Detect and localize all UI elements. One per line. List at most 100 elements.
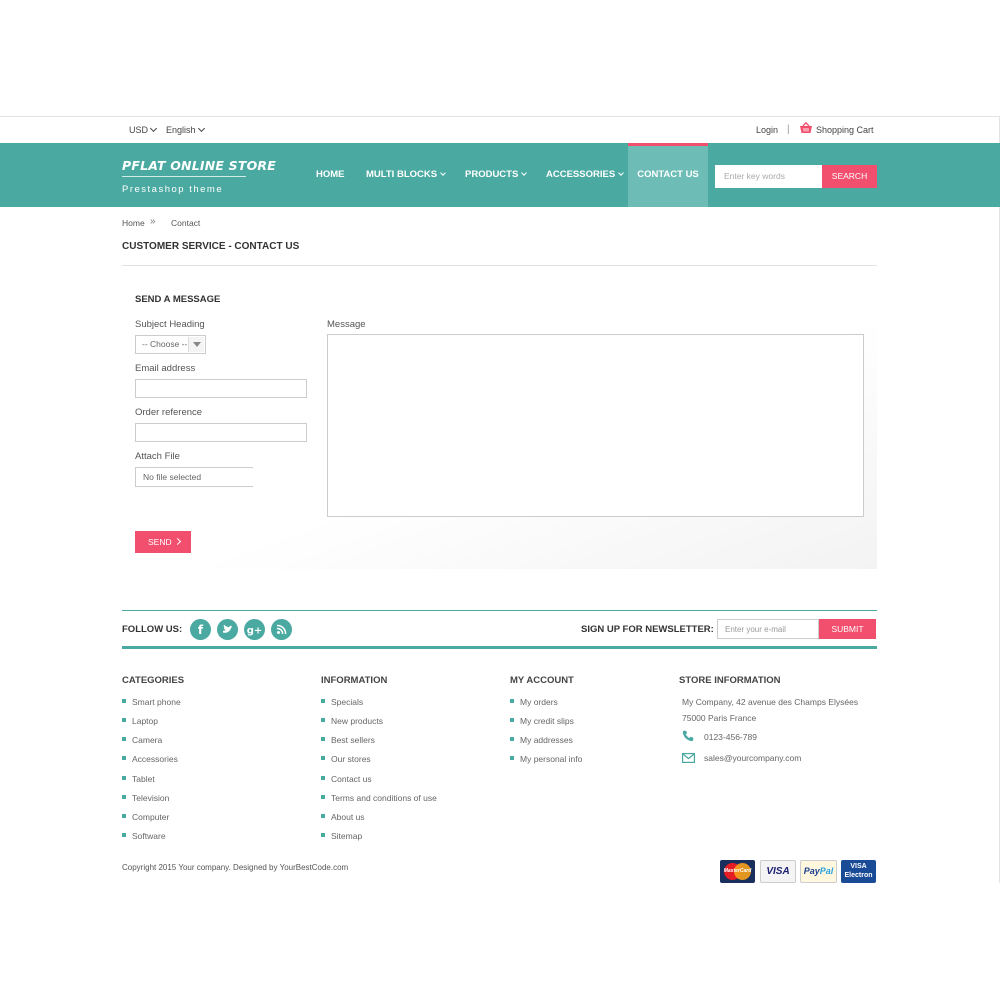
svg-text:f: f — [198, 623, 204, 637]
nav-products[interactable]: PRODUCTS — [465, 143, 528, 207]
logo-subtitle: Prestashop theme — [122, 184, 224, 195]
list-item[interactable]: My addresses — [510, 735, 582, 754]
list-item[interactable]: About us — [321, 812, 437, 831]
nav-contact-us-label: CONTACT US — [637, 169, 699, 180]
topbar-separator: | — [787, 124, 790, 135]
top-bar: USD English Login | Shopping Cart — [0, 117, 1000, 143]
nav-multi-blocks[interactable]: MULTI BLOCKS — [366, 143, 446, 207]
store-address-line2: 75000 Paris France — [682, 713, 757, 723]
send-button[interactable]: SEND — [135, 531, 191, 553]
paypal-icon: PayPal — [800, 860, 837, 883]
mastercard-icon: MasterCard — [720, 860, 755, 883]
chevron-down-icon — [618, 170, 624, 176]
google-plus-icon[interactable]: g+ — [244, 619, 265, 640]
follow-bar-top-rule — [122, 610, 877, 611]
store-information-title: STORE INFORMATION — [679, 675, 781, 686]
order-reference-label: Order reference — [135, 407, 203, 418]
list-item[interactable]: My personal info — [510, 754, 582, 773]
chevron-right-icon — [173, 537, 182, 546]
envelope-icon — [682, 753, 695, 763]
subject-select[interactable]: -- Choose -- — [135, 335, 206, 354]
newsletter-email-input[interactable]: Enter your e-mail — [717, 619, 819, 639]
list-item[interactable]: Television — [122, 793, 181, 812]
newsletter-submit-button[interactable]: SUBMIT — [819, 619, 876, 639]
rss-icon[interactable] — [271, 619, 292, 640]
chevron-down-icon — [149, 124, 158, 133]
breadcrumb-current: Contact — [171, 218, 201, 228]
subject-label: Subject Heading — [135, 319, 205, 330]
list-item[interactable]: Accessories — [122, 754, 181, 773]
nav-accessories-label: ACCESSORIES — [546, 169, 616, 180]
paypal-pal-label: Pal — [819, 866, 834, 876]
main-header: PFLAT ONLINE STORE Prestashop theme HOME… — [0, 143, 1000, 207]
list-item[interactable]: Our stores — [321, 754, 437, 773]
list-item[interactable]: Software — [122, 831, 181, 850]
email-field[interactable] — [135, 379, 307, 398]
list-item[interactable]: Contact us — [321, 774, 437, 793]
chevron-down-icon — [440, 170, 446, 176]
message-textarea[interactable] — [327, 334, 864, 517]
shopping-cart-link[interactable]: Shopping Cart — [816, 125, 874, 135]
list-item[interactable]: Laptop — [122, 716, 181, 735]
list-item[interactable]: Terms and conditions of use — [321, 793, 437, 812]
information-list: Specials New products Best sellers Our s… — [321, 697, 437, 850]
copyright-text: Copyright 2015 Your company. Designed by… — [122, 863, 349, 872]
currency-label: USD — [129, 125, 149, 135]
list-item[interactable]: My orders — [510, 697, 582, 716]
logo-divider — [122, 176, 246, 177]
facebook-icon[interactable]: f — [190, 619, 211, 640]
phone-icon — [682, 730, 694, 742]
login-link[interactable]: Login — [756, 125, 778, 135]
list-item[interactable]: Smart phone — [122, 697, 181, 716]
information-title: INFORMATION — [321, 675, 388, 686]
nav-accessories[interactable]: ACCESSORIES — [546, 143, 624, 207]
paypal-pay-label: Pay — [803, 866, 820, 876]
list-item[interactable]: My credit slips — [510, 716, 582, 735]
breadcrumb-home[interactable]: Home — [122, 218, 145, 228]
send-button-label: SEND — [148, 537, 172, 547]
logo-title[interactable]: PFLAT ONLINE STORE — [122, 158, 276, 173]
mastercard-label: MasterCard — [723, 868, 752, 874]
chevron-down-icon — [521, 170, 528, 176]
list-item[interactable]: Best sellers — [321, 735, 437, 754]
list-item[interactable]: New products — [321, 716, 437, 735]
list-item[interactable]: Camera — [122, 735, 181, 754]
twitter-icon[interactable] — [217, 619, 238, 640]
language-selector[interactable]: English — [166, 124, 205, 135]
search-button[interactable]: SEARCH — [822, 165, 877, 188]
currency-selector[interactable]: USD — [129, 124, 158, 135]
my-account-list: My orders My credit slips My addresses M… — [510, 697, 582, 774]
attach-file-input[interactable]: No file selected — [135, 467, 253, 487]
visa-electron-icon: VISA Electron — [841, 860, 876, 883]
list-item[interactable]: Computer — [122, 812, 181, 831]
visa-electron-line1: VISA — [850, 863, 867, 870]
visa-icon: VISA — [760, 860, 796, 883]
svg-text:g+: g+ — [247, 626, 263, 637]
subject-select-value: -- Choose -- — [142, 339, 188, 349]
nav-multi-blocks-label: MULTI BLOCKS — [366, 169, 438, 180]
list-item[interactable]: Sitemap — [321, 831, 437, 850]
nav-home[interactable]: HOME — [316, 143, 345, 207]
follow-bar-bottom-rule — [122, 646, 877, 649]
email-label: Email address — [135, 363, 196, 374]
nav-contact-us[interactable]: CONTACT US — [628, 143, 708, 207]
nav-home-label: HOME — [316, 169, 345, 180]
my-account-title: MY ACCOUNT — [510, 675, 574, 686]
store-phone: 0123-456-789 — [704, 732, 757, 742]
basket-icon[interactable] — [799, 122, 813, 134]
order-reference-field[interactable] — [135, 423, 307, 442]
title-divider — [122, 265, 877, 266]
page-frame: USD English Login | Shopping Cart PFLAT … — [0, 116, 1000, 883]
store-email[interactable]: sales@yourcompany.com — [704, 753, 801, 763]
chevron-down-icon — [197, 124, 205, 133]
nav-products-label: PRODUCTS — [465, 169, 519, 180]
categories-title: CATEGORIES — [122, 675, 185, 686]
search-input[interactable]: Enter key words — [715, 165, 822, 188]
attach-file-label: Attach File — [135, 451, 180, 462]
list-item[interactable]: Specials — [321, 697, 437, 716]
dropdown-arrow-icon — [188, 337, 204, 352]
form-title: SEND A MESSAGE — [135, 294, 221, 305]
list-item[interactable]: Tablet — [122, 774, 181, 793]
visa-label: VISA — [766, 866, 790, 877]
newsletter-label: SIGN UP FOR NEWSLETTER: — [581, 624, 714, 635]
